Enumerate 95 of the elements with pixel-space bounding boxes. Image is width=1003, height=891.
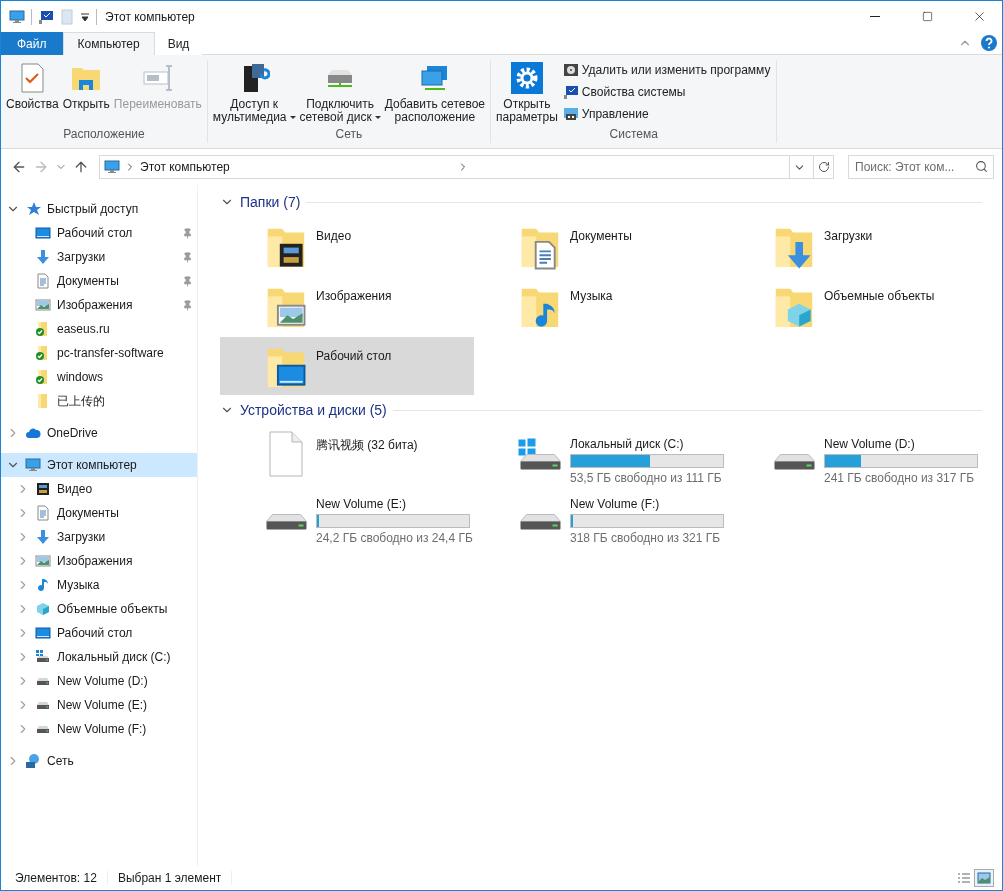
document-icon [35, 273, 51, 289]
network-icon [25, 753, 41, 769]
ribbon-small-button[interactable]: Свойства системы [560, 84, 773, 100]
item-tile[interactable]: Музыка [474, 277, 728, 335]
status-text: Выбран 1 элемент [117, 871, 233, 885]
item-tile[interactable]: Изображения [220, 277, 474, 335]
forward-icon[interactable] [33, 159, 49, 175]
drive-icon [774, 454, 815, 470]
item-tile[interactable]: New Volume (E:) 24,2 ГБ свободно из 24,4 ГБ [220, 485, 474, 543]
nav-tree-item[interactable]: Музыка [1, 573, 197, 597]
nav-tree-item[interactable]: OneDrive [1, 421, 197, 445]
down-arrow-icon [35, 529, 51, 545]
nav-tree-item[interactable]: Изображения [1, 293, 197, 317]
drive-icon [266, 514, 307, 530]
settings-icon [510, 62, 543, 94]
item-tile[interactable]: New Volume (D:) 241 ГБ свободно из 317 ГБ [728, 425, 982, 483]
nav-tree-item[interactable]: Загрузки [1, 525, 197, 549]
item-tile[interactable]: Объемные объекты [728, 277, 982, 335]
ribbon-group-label: Сеть [334, 127, 364, 143]
section-header[interactable]: Папки (7) [240, 194, 301, 210]
picture-icon [977, 872, 991, 884]
search-icon [975, 160, 988, 173]
item-tile[interactable]: Документы [474, 217, 728, 275]
nav-tree-item[interactable]: 已上传的 [1, 389, 197, 413]
file-menu-tab[interactable]: Файл [1, 32, 63, 55]
computer-icon [104, 159, 120, 175]
nav-tree-item[interactable]: Изображения [1, 549, 197, 573]
ribbon-group-label: Расположение [62, 127, 146, 143]
drive-icon [35, 649, 51, 665]
computer-manage-icon [562, 106, 579, 122]
computer-icon [25, 457, 41, 473]
desktop-icon [35, 225, 51, 241]
minimize-icon [870, 16, 880, 17]
drive-icon [520, 514, 561, 530]
nav-tree-item[interactable]: Рабочий стол [1, 221, 197, 245]
item-tile[interactable]: New Volume (F:) 318 ГБ свободно из 321 ГБ [474, 485, 728, 543]
music-note-icon [35, 577, 51, 593]
down-arrow-icon [35, 249, 51, 265]
tiles-view-button[interactable] [974, 869, 994, 887]
ribbon-button[interactable]: Открыть параметры [495, 60, 559, 127]
nav-tree-item[interactable]: Видео [1, 477, 197, 501]
ribbon-group-label: Система [608, 127, 659, 143]
nav-tree-item[interactable]: easeus.ru [1, 317, 197, 341]
ribbon-small-button[interactable]: Удалить или изменить программу [560, 62, 773, 78]
status-text: Элементов: 12 [15, 871, 108, 885]
ribbon-button[interactable]: Открыть [61, 60, 111, 127]
nav-tree-item[interactable]: Документы [1, 501, 197, 525]
customize-caret-icon[interactable] [80, 11, 90, 22]
disc-box-icon [562, 62, 579, 78]
nav-tree-item[interactable]: New Volume (F:) [1, 717, 197, 741]
drive-icon [518, 438, 561, 470]
item-tile[interactable]: Локальный диск (C:) 53,5 ГБ свободно из 111 ГБ [474, 425, 728, 483]
ribbon-button[interactable]: Доступ к мультимедиа [211, 60, 297, 127]
ribbon-button[interactable]: Свойства [5, 60, 60, 127]
back-icon[interactable] [11, 159, 27, 175]
picture-icon [35, 297, 51, 313]
refresh-icon [817, 161, 830, 173]
nav-tree-item[interactable]: Рабочий стол [1, 621, 197, 645]
ribbon-button[interactable]: Добавить сетевое расположение [383, 60, 486, 127]
details-list-icon [957, 872, 971, 884]
rename-icon [141, 62, 174, 94]
nav-tree-item[interactable]: New Volume (E:) [1, 693, 197, 717]
monitor-check-icon [562, 84, 579, 100]
ribbon-button[interactable]: Подключить сетевой диск [298, 60, 382, 127]
network-drive-icon [328, 69, 353, 87]
computer-icon [9, 8, 25, 25]
nav-tree-item[interactable]: Сеть [1, 749, 197, 773]
film-icon [35, 481, 51, 497]
cube-icon [35, 601, 51, 617]
nav-tree-item[interactable]: Объемные объекты [1, 597, 197, 621]
section-header[interactable]: Устройства и диски (5) [240, 402, 387, 418]
nav-tree-item[interactable]: Этот компьютер [1, 453, 197, 477]
item-tile[interactable]: Видео [220, 217, 474, 275]
nav-tree-item[interactable]: Быстрый доступ [1, 197, 197, 221]
maximize-icon [921, 11, 933, 22]
ribbon-small-button[interactable]: Управление [560, 106, 773, 122]
address-field[interactable]: Этот компьютер [99, 155, 834, 179]
up-icon[interactable] [73, 159, 89, 175]
nav-tree-item[interactable]: pc-transfer-software [1, 341, 197, 365]
item-tile[interactable]: Загрузки [728, 217, 982, 275]
item-tile[interactable]: Рабочий стол [220, 337, 474, 395]
ribbon-tab[interactable]: Компьютер [62, 32, 155, 55]
nav-tree-item[interactable]: Документы [1, 269, 197, 293]
window-title: Этот компьютер [105, 9, 196, 24]
desktop-icon [35, 625, 51, 641]
search-field[interactable]: Поиск: Этот ком... [848, 155, 994, 179]
help-icon[interactable] [980, 32, 998, 54]
star-icon [25, 201, 41, 217]
nav-tree-item[interactable]: Загрузки [1, 245, 197, 269]
nav-tree-item[interactable]: windows [1, 365, 197, 389]
nav-tree-item[interactable]: New Volume (D:) [1, 669, 197, 693]
picture-icon [35, 553, 51, 569]
document-icon [35, 505, 51, 521]
item-tile[interactable]: 腾讯视频 (32 бита) [220, 425, 474, 483]
nav-tree-item[interactable]: Локальный диск (C:) [1, 645, 197, 669]
